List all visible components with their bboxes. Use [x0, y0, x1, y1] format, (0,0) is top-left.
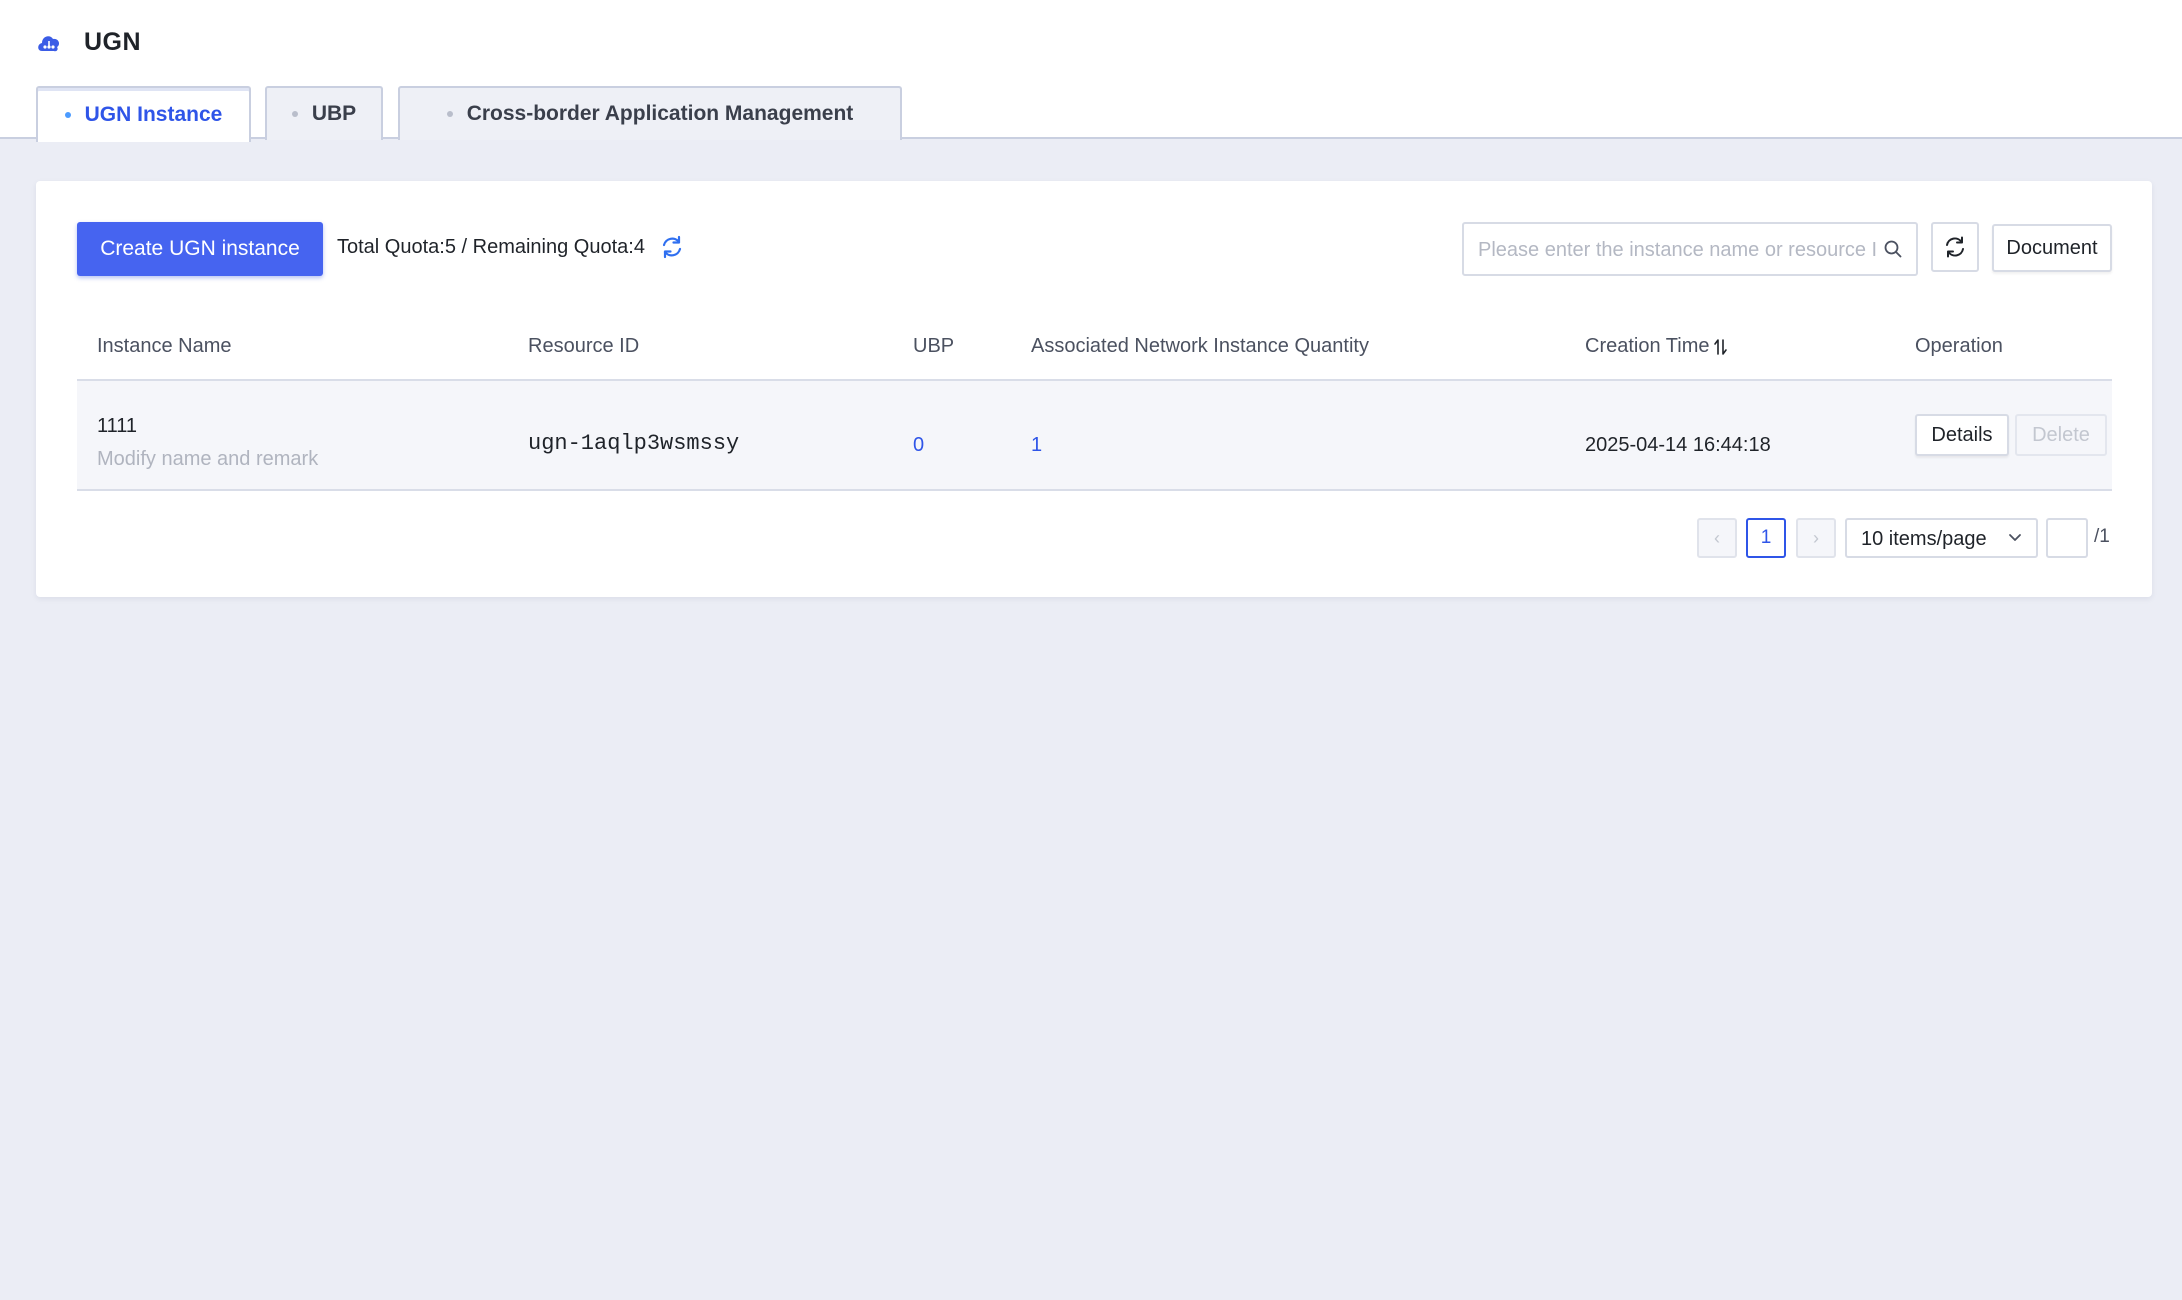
- associated-quantity-link[interactable]: 1: [1031, 434, 1042, 457]
- chevron-down-icon: [2009, 534, 2021, 541]
- document-button[interactable]: Document: [1992, 224, 2112, 272]
- details-button[interactable]: Details: [1915, 414, 2009, 456]
- page-size-label: 10 items/page: [1861, 528, 1987, 550]
- tab-label: Cross-border Application Management: [466, 102, 854, 125]
- top-header: UGN UGN Instance UBP Cross-border Applic…: [0, 0, 2182, 142]
- prev-page-button: ‹: [1697, 518, 1737, 558]
- tab-label: UBP: [311, 102, 357, 125]
- modify-name-remark-link[interactable]: Modify name and remark: [97, 448, 318, 471]
- search-icon[interactable]: [1882, 238, 1904, 260]
- refresh-quota-icon[interactable]: [658, 233, 686, 261]
- page-number-button[interactable]: 1: [1746, 518, 1786, 558]
- page-size-select[interactable]: 10 items/page: [1845, 518, 2038, 558]
- cloud-network-icon: [38, 36, 60, 52]
- table-header: Instance Name Resource ID UBP Associated…: [77, 321, 2112, 381]
- tab-cross-border-application-management[interactable]: Cross-border Application Management: [398, 86, 902, 140]
- creation-time: 2025-04-14 16:44:18: [1585, 434, 1771, 456]
- ubp-count-link[interactable]: 0: [913, 434, 924, 457]
- total-pages: /1: [2094, 526, 2110, 547]
- tab-dot-icon: [446, 111, 453, 117]
- refresh-icon: [1946, 236, 1964, 258]
- tab-dot-icon: [291, 111, 298, 117]
- search-input[interactable]: [1478, 234, 1878, 266]
- search-box: [1462, 222, 1918, 276]
- tab-label: UGN Instance: [84, 103, 223, 126]
- column-header-creation-time[interactable]: Creation Time: [1585, 335, 1729, 358]
- column-header-instance-name: Instance Name: [97, 335, 232, 357]
- instance-list-card: Create UGN instance Total Quota:5 / Rema…: [36, 181, 2152, 597]
- column-header-label: Creation Time: [1585, 335, 1710, 357]
- page-jump-input[interactable]: [2046, 518, 2088, 558]
- refresh-list-button[interactable]: [1931, 222, 1979, 272]
- column-header-resource-id: Resource ID: [528, 335, 640, 357]
- next-page-button: ›: [1796, 518, 1836, 558]
- create-ugn-instance-button[interactable]: Create UGN instance: [77, 222, 323, 276]
- table-row: 1111 Modify name and remark ugn-1aqlp3ws…: [77, 381, 2112, 491]
- column-header-operation: Operation: [1915, 335, 2003, 357]
- product-title: UGN: [84, 28, 142, 56]
- tab-ugn-instance[interactable]: UGN Instance: [36, 86, 251, 142]
- column-header-ubp: UBP: [913, 335, 955, 357]
- delete-button: Delete: [2015, 414, 2107, 456]
- resource-id: ugn-1aqlp3wsmssy: [528, 431, 740, 456]
- tab-dot-icon: [64, 112, 71, 118]
- instance-name: 1111: [97, 415, 138, 437]
- quota-text: Total Quota:5 / Remaining Quota:4: [337, 236, 645, 258]
- sort-icon[interactable]: [1713, 337, 1729, 357]
- tab-ubp[interactable]: UBP: [265, 86, 383, 140]
- column-header-associated-quantity: Associated Network Instance Quantity: [1031, 335, 1369, 357]
